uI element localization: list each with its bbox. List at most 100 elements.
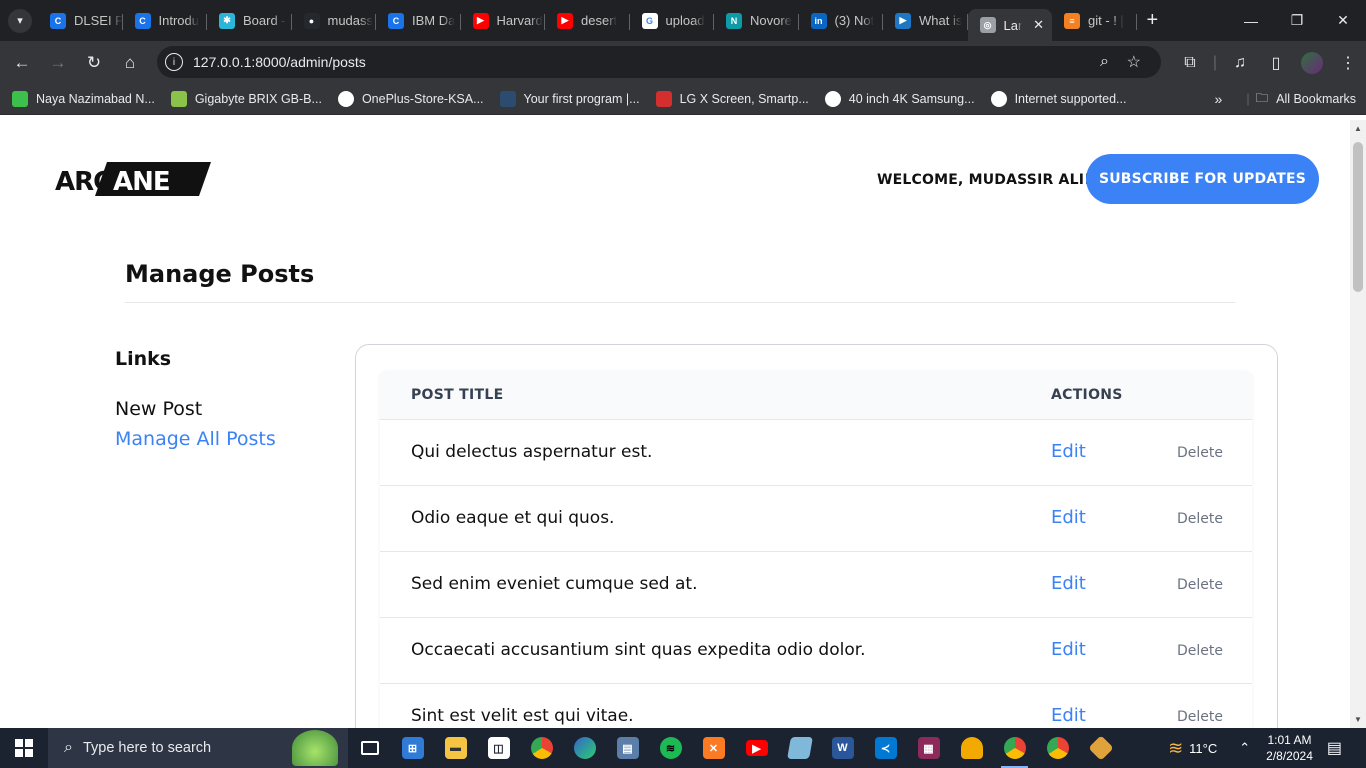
taskbar-search[interactable]: ⌕ Type here to search bbox=[48, 728, 348, 768]
scroll-down-icon[interactable]: ▼ bbox=[1354, 715, 1362, 724]
tab-favicon-icon: C bbox=[388, 12, 404, 29]
bookmark-divider: | bbox=[1246, 92, 1250, 106]
page-scrollbar[interactable]: ▲ ▼ bbox=[1350, 120, 1366, 728]
winrar-icon[interactable]: ▦ bbox=[907, 728, 950, 768]
bookmark-item[interactable]: OnePlus-Store-KSA... bbox=[330, 91, 492, 107]
edit-link[interactable]: Edit bbox=[1051, 441, 1086, 462]
bookmark-item[interactable]: 40 inch 4K Samsung... bbox=[817, 91, 983, 107]
network-app-icon[interactable]: ▤ bbox=[606, 728, 649, 768]
app-bird-icon[interactable] bbox=[950, 728, 993, 768]
tab-favicon-icon: ◎ bbox=[979, 17, 996, 33]
weather-temp[interactable]: 11°C bbox=[1189, 741, 1217, 756]
chrome-icon[interactable] bbox=[520, 728, 563, 768]
file-explorer-icon[interactable]: ▬ bbox=[434, 728, 477, 768]
tab-title: Novore bbox=[750, 13, 792, 28]
more-bookmarks-icon[interactable]: » bbox=[1215, 91, 1223, 107]
clock[interactable]: 1:01 AM 2/8/2024 bbox=[1266, 732, 1313, 764]
delete-button[interactable]: Delete bbox=[1177, 709, 1223, 725]
extensions-icon[interactable]: ⧉ bbox=[1172, 54, 1208, 72]
delete-button[interactable]: Delete bbox=[1177, 577, 1223, 593]
forward-icon[interactable]: → bbox=[40, 45, 76, 81]
browser-tab[interactable]: ▶ desert bbox=[545, 5, 630, 37]
notifications-icon[interactable]: ▤ bbox=[1327, 738, 1342, 758]
edit-link[interactable]: Edit bbox=[1051, 705, 1086, 726]
menu-icon[interactable]: ⋮ bbox=[1330, 53, 1366, 73]
app-icon[interactable]: ◫ bbox=[477, 728, 520, 768]
home-icon[interactable]: ⌂ bbox=[112, 45, 148, 81]
edge-icon[interactable] bbox=[563, 728, 606, 768]
vscode-icon[interactable]: ≺ bbox=[864, 728, 907, 768]
subscribe-button[interactable]: SUBSCRIBE FOR UPDATES bbox=[1086, 154, 1319, 204]
edit-link[interactable]: Edit bbox=[1051, 573, 1086, 594]
git-app-icon[interactable] bbox=[1079, 728, 1122, 768]
bookmark-item[interactable]: LG X Screen, Smartp... bbox=[648, 91, 817, 107]
table-header: POST TITLE ACTIONS bbox=[380, 371, 1252, 419]
welcome-message: WELCOME, MUDASSIR ALI! bbox=[877, 172, 1091, 188]
browser-tab-strip: ▾ C DLSEI P C Introdu ✱ Board - ● mudass C IBM Da… bbox=[0, 0, 1366, 41]
address-bar[interactable]: i 127.0.0.1:8000/admin/posts ⌕ ☆ bbox=[157, 46, 1161, 78]
browser-tab[interactable]: C IBM Da bbox=[376, 5, 461, 37]
back-icon[interactable]: ← bbox=[4, 45, 40, 81]
all-bookmarks-link[interactable]: All Bookmarks bbox=[1276, 92, 1356, 106]
bookmark-item[interactable]: Internet supported... bbox=[983, 91, 1135, 107]
bookmark-item[interactable]: Your first program |... bbox=[492, 91, 648, 107]
bookmark-star-icon[interactable]: ☆ bbox=[1127, 52, 1141, 72]
site-info-icon[interactable]: i bbox=[165, 53, 183, 71]
tab-favicon-icon: ▶ bbox=[895, 12, 911, 29]
table-row: Qui delectus aspernatur est. Edit Delete bbox=[380, 419, 1252, 485]
restore-icon[interactable]: ❐ bbox=[1274, 0, 1320, 41]
youtube-icon[interactable]: ▶ bbox=[735, 728, 778, 768]
bookmark-favicon-icon bbox=[337, 91, 354, 107]
delete-button[interactable]: Delete bbox=[1177, 445, 1223, 461]
browser-tab[interactable]: ≡ git - ! [ bbox=[1052, 5, 1137, 37]
spotify-icon[interactable]: ≋ bbox=[649, 728, 692, 768]
minimize-icon[interactable]: — bbox=[1228, 0, 1274, 41]
delete-button[interactable]: Delete bbox=[1177, 511, 1223, 527]
browser-tab[interactable]: Gupload bbox=[630, 5, 715, 37]
xampp-icon[interactable]: ✕ bbox=[692, 728, 735, 768]
tab-search-icon[interactable]: ▾ bbox=[8, 8, 32, 33]
zoom-icon[interactable]: ⌕ bbox=[1100, 53, 1109, 71]
edit-link[interactable]: Edit bbox=[1051, 507, 1086, 528]
side-panel-icon[interactable]: ▯ bbox=[1258, 53, 1294, 73]
chrome-profile-icon[interactable] bbox=[1036, 728, 1079, 768]
scroll-up-icon[interactable]: ▲ bbox=[1354, 124, 1362, 133]
toolbar-right: ⧉ | ♫ ▯ ⋮ bbox=[1172, 41, 1366, 84]
browser-tab[interactable]: ▶ Harvard bbox=[461, 5, 546, 37]
media-control-icon[interactable]: ♫ bbox=[1222, 54, 1258, 72]
edit-link[interactable]: Edit bbox=[1051, 639, 1086, 660]
bookmark-item[interactable]: Gigabyte BRIX GB-B... bbox=[163, 91, 330, 107]
chrome-active-icon[interactable] bbox=[993, 728, 1036, 768]
reload-icon[interactable]: ↻ bbox=[76, 45, 112, 81]
scroll-thumb[interactable] bbox=[1353, 142, 1363, 292]
browser-tab[interactable]: in (3) Not bbox=[799, 5, 884, 37]
notepad-icon[interactable] bbox=[778, 728, 821, 768]
delete-button[interactable]: Delete bbox=[1177, 643, 1223, 659]
close-tab-icon[interactable]: ✕ bbox=[1033, 17, 1044, 33]
task-view-icon[interactable] bbox=[348, 728, 391, 768]
post-title-cell: Occaecati accusantium sint quas expedita… bbox=[411, 640, 866, 660]
bookmarks-bar: Naya Nazimabad N... Gigabyte BRIX GB-B...… bbox=[0, 84, 1366, 115]
tab-title: desert bbox=[581, 13, 618, 28]
tray-expand-icon[interactable]: ⌃ bbox=[1239, 740, 1250, 756]
word-icon[interactable]: W bbox=[821, 728, 864, 768]
start-button[interactable] bbox=[0, 728, 48, 768]
bookmark-item[interactable]: Naya Nazimabad N... bbox=[4, 91, 163, 107]
microsoft-store-icon[interactable]: ⊞ bbox=[391, 728, 434, 768]
browser-tab[interactable]: ◎ Lar ✕ bbox=[967, 9, 1052, 41]
manage-all-posts-link[interactable]: Manage All Posts bbox=[115, 428, 276, 450]
browser-tab[interactable]: ● mudass bbox=[292, 5, 377, 37]
browser-tab[interactable]: N Novore bbox=[714, 5, 799, 37]
bookmark-favicon-icon bbox=[499, 91, 516, 107]
profile-avatar[interactable] bbox=[1301, 51, 1323, 74]
bookmark-favicon-icon bbox=[824, 91, 841, 107]
browser-tab[interactable]: ▶ What is bbox=[883, 5, 968, 37]
weather-icon[interactable]: ≋ bbox=[1168, 738, 1183, 759]
close-window-icon[interactable]: ✕ bbox=[1320, 0, 1366, 41]
arcane-logo[interactable]: ARC ANE bbox=[55, 162, 211, 196]
browser-tab[interactable]: C DLSEI P bbox=[38, 5, 123, 37]
new-post-link[interactable]: New Post bbox=[115, 398, 202, 420]
new-tab-icon[interactable]: + bbox=[1147, 9, 1159, 32]
browser-tab[interactable]: C Introdu bbox=[123, 5, 208, 37]
browser-tab[interactable]: ✱ Board - bbox=[207, 5, 292, 37]
